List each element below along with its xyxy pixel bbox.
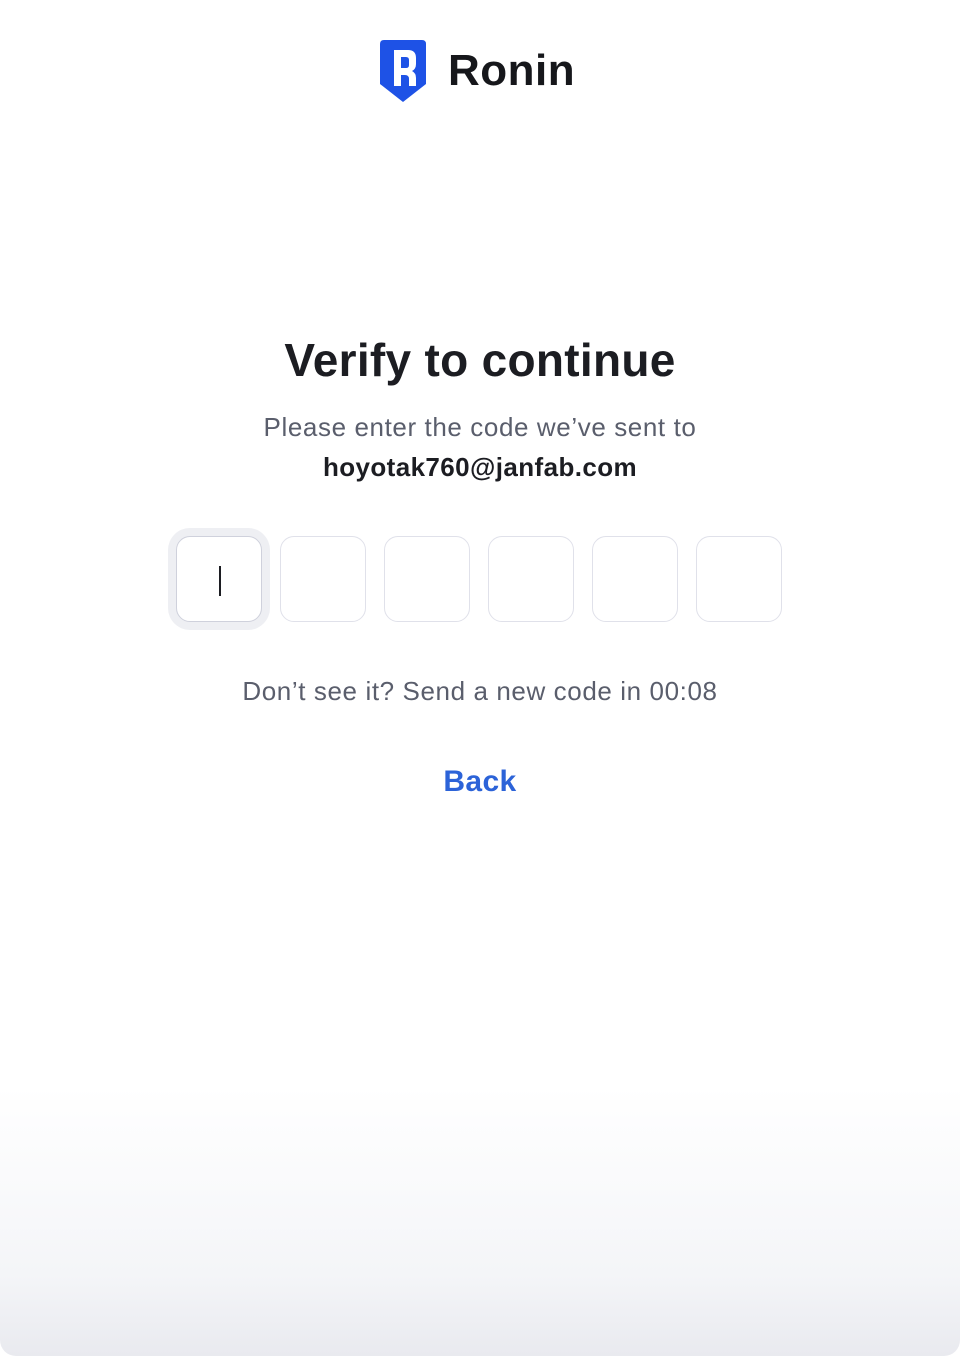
text-caret <box>219 566 221 596</box>
brand-name: Ronin <box>448 46 576 95</box>
verification-code-input <box>176 536 782 622</box>
back-button[interactable]: Back <box>443 765 516 798</box>
ronin-logo: Ronin <box>378 38 575 104</box>
code-digit-5[interactable] <box>592 536 678 622</box>
code-digit-2[interactable] <box>280 536 366 622</box>
footer-gradient <box>0 1086 960 1356</box>
code-digit-3[interactable] <box>384 536 470 622</box>
code-digit-6[interactable] <box>696 536 782 622</box>
code-digit-4[interactable] <box>488 536 574 622</box>
back-container: Back <box>0 765 960 799</box>
code-digit-1[interactable] <box>176 536 262 622</box>
resend-code-text: Don’t see it? Send a new code in 00:08 <box>242 676 718 706</box>
page-title: Verify to continue <box>284 334 676 386</box>
email-address: hoyotak760@janfab.com <box>322 452 638 482</box>
ronin-shield-icon <box>380 40 426 102</box>
instruction-text: Please enter the code we’ve sent to <box>263 412 697 442</box>
